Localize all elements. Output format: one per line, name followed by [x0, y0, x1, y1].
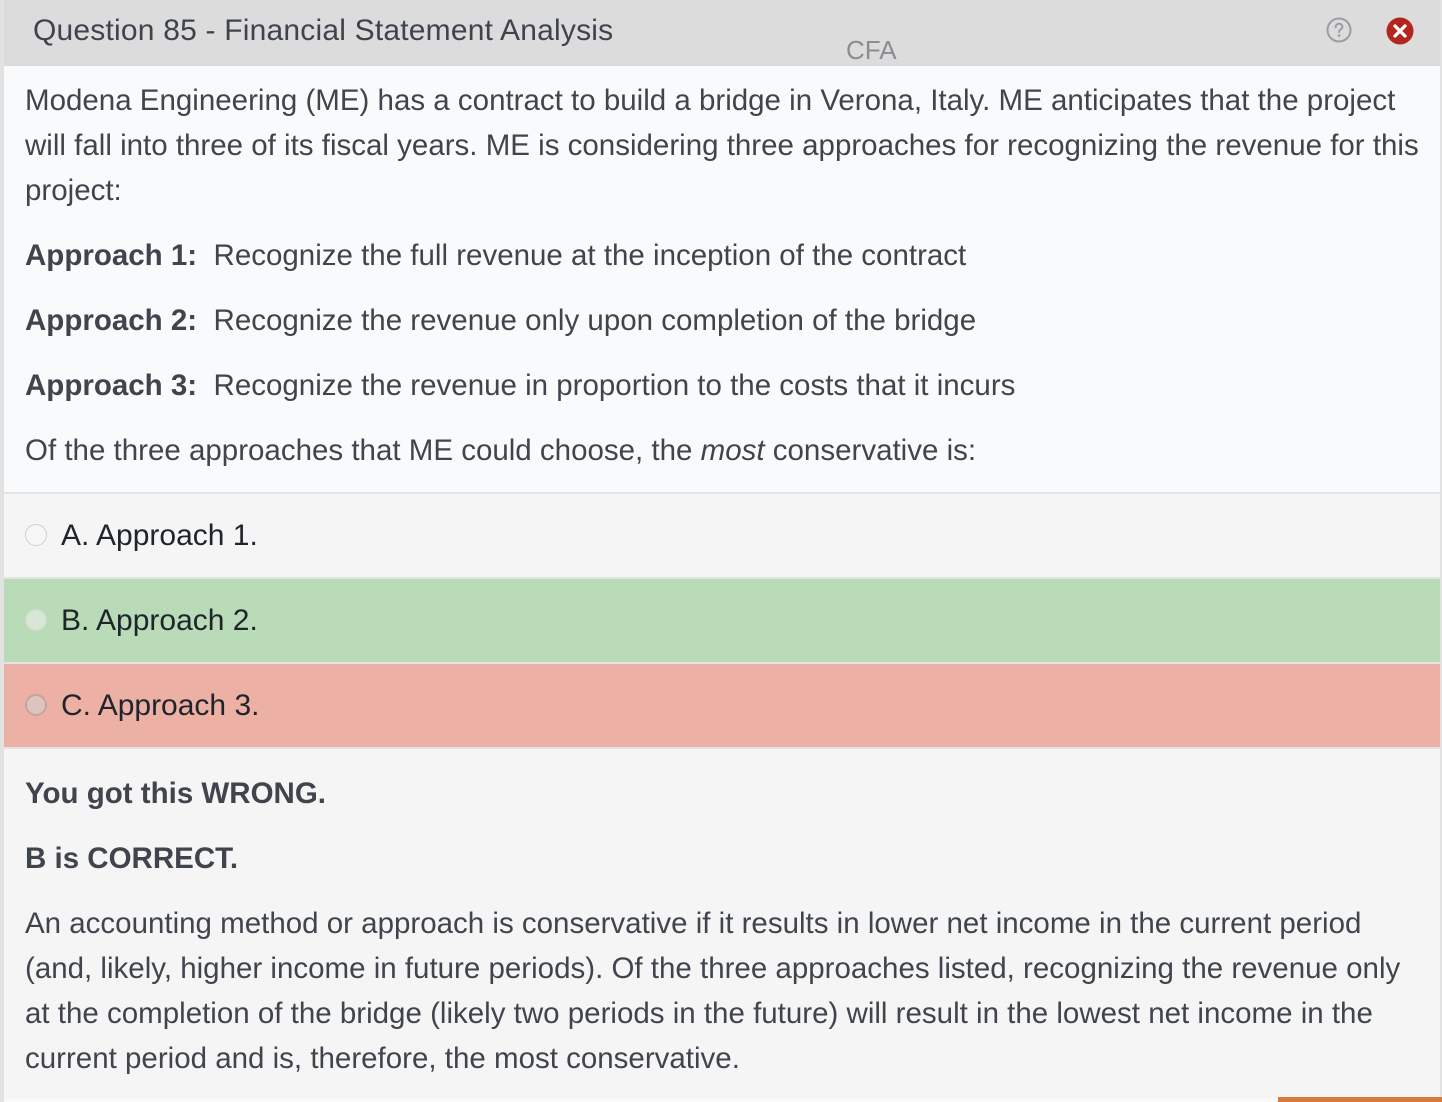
title-bar: Question 85 - Financial Statement Analys… — [4, 0, 1440, 66]
approach-2-text: Recognize the revenue only upon completi… — [213, 304, 977, 337]
prompt-start: Of the three approaches that ME could ch… — [25, 434, 701, 467]
option-b[interactable]: B. Approach 2. — [4, 579, 1440, 664]
question-window: Question 85 - Financial Statement Analys… — [0, 0, 1442, 1102]
answer-options: A. Approach 1. B. Approach 2. C. Approac… — [4, 492, 1440, 749]
approach-3-text: Recognize the revenue in proportion to t… — [213, 369, 1016, 402]
option-b-radio[interactable] — [25, 608, 47, 631]
explanation-text: An accounting method or approach is cons… — [25, 907, 1401, 1075]
option-a-label: A. Approach 1. — [61, 519, 258, 553]
approach-1: Approach 1: Recognize the full revenue a… — [25, 233, 1420, 278]
approach-2: Approach 2: Recognize the revenue only u… — [25, 298, 1420, 343]
option-b-letter: B. — [61, 603, 90, 637]
option-a-letter: A. — [61, 518, 90, 552]
option-c-label: C. Approach 3. — [61, 689, 259, 723]
option-a-text: Approach 1. — [96, 518, 258, 552]
approach-3: Approach 3: Recognize the revenue in pro… — [25, 363, 1420, 408]
cfa-badge: CFA — [846, 35, 897, 65]
option-c-text: Approach 3. — [97, 688, 260, 722]
approach-1-text: Recognize the full revenue at the incept… — [213, 239, 967, 272]
approach-2-label: Approach 2: — [25, 304, 198, 337]
option-a[interactable]: A. Approach 1. — [4, 494, 1440, 579]
option-c[interactable]: C. Approach 3. — [4, 664, 1440, 749]
close-circle-icon[interactable] — [1386, 17, 1414, 45]
approach-1-label: Approach 1: — [25, 239, 198, 272]
question-title: Question 85 - Financial Statement Analys… — [33, 14, 614, 47]
option-c-letter: C. — [61, 688, 91, 722]
next-button-edge[interactable] — [1278, 1097, 1442, 1102]
correct-answer-note: B is CORRECT. — [25, 842, 239, 875]
question-prompt: Of the three approaches that ME could ch… — [25, 428, 1420, 473]
help-circle-icon[interactable] — [1326, 17, 1352, 43]
approach-3-label: Approach 3: — [25, 369, 198, 402]
result-status: You got this WRONG. — [25, 777, 326, 810]
question-body: Modena Engineering (ME) has a contract t… — [4, 66, 1440, 492]
option-b-text: Approach 2. — [96, 603, 258, 637]
option-b-label: B. Approach 2. — [61, 604, 258, 638]
option-c-radio[interactable] — [25, 693, 47, 716]
prompt-emphasis: most — [700, 434, 765, 467]
content-area: Modena Engineering (ME) has a contract t… — [4, 66, 1440, 1099]
prompt-end: conservative is: — [764, 434, 977, 467]
question-stem: Modena Engineering (ME) has a contract t… — [25, 84, 1419, 207]
option-a-radio[interactable] — [25, 523, 47, 546]
answer-feedback: You got this WRONG. B is CORRECT. An acc… — [4, 749, 1440, 1099]
